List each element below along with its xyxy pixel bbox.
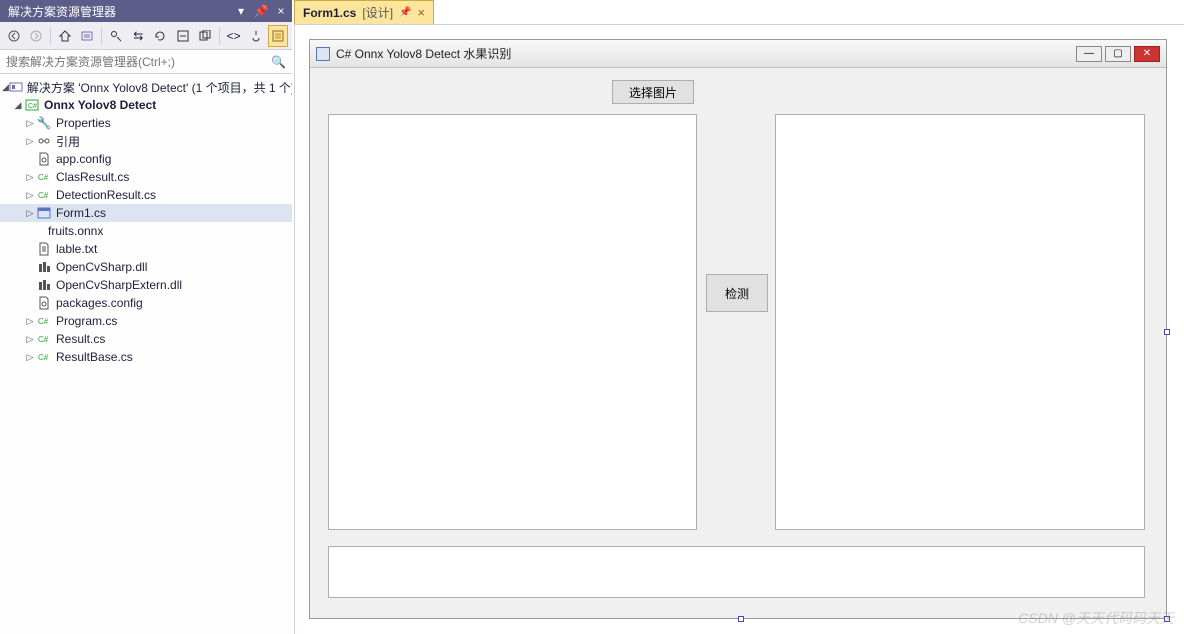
csproj-icon: C# [24,98,40,112]
tree-solution[interactable]: ◢ 解决方案 'Onnx Yolov8 Detect' (1 个项目，共 1 个… [0,78,292,96]
properties-icon[interactable] [246,25,266,47]
svg-text:C#: C# [38,173,49,182]
form-titlebar: C# Onnx Yolov8 Detect 水果识别 — ▢ ✕ [310,40,1166,68]
svg-text:C#: C# [38,191,49,200]
tree-item[interactable]: fruits.onnx [0,222,292,240]
switch-views-icon[interactable] [77,25,97,47]
tree-item[interactable]: ▷ C# DetectionResult.cs [0,186,292,204]
form-window[interactable]: C# Onnx Yolov8 Detect 水果识别 — ▢ ✕ 选择图片 检测 [309,39,1167,619]
chevron-right-icon[interactable]: ▷ [24,352,36,363]
chevron-right-icon[interactable]: ▷ [24,208,36,219]
tree-item[interactable]: lable.txt [0,240,292,258]
tree-item[interactable]: app.config [0,150,292,168]
search-input[interactable] [6,55,271,69]
sync-icon[interactable]: ⇆ [128,25,148,47]
panel-close-icon[interactable]: × [272,2,290,20]
search-icon[interactable]: 🔍 [271,55,286,69]
dll-icon [36,260,52,274]
tab-file-label: Form1.cs [303,6,356,20]
search-row: 🔍 [0,50,292,74]
back-icon[interactable] [4,25,24,47]
panel-pin-icon[interactable]: 📌 [252,2,270,20]
preview-selected-icon[interactable] [268,25,288,47]
tree-item[interactable]: ▷ C# ClasResult.cs [0,168,292,186]
config-file-icon [36,296,52,310]
refresh-icon[interactable] [150,25,170,47]
chevron-right-icon[interactable]: ▷ [24,190,36,201]
picturebox-left[interactable] [328,114,697,530]
chevron-right-icon[interactable]: ▷ [24,334,36,345]
designer-surface[interactable]: C# Onnx Yolov8 Detect 水果识别 — ▢ ✕ 选择图片 检测 [294,24,1184,634]
collapse-all-icon[interactable] [172,25,192,47]
solution-explorer: 解决方案资源管理器 ▾ 📌 × ⇆ <> 🔍 ◢ 解决方案 'Onnx Yolo… [0,0,292,634]
panel-dropdown-icon[interactable]: ▾ [232,2,250,20]
resize-handle[interactable] [1164,616,1170,622]
view-code-icon[interactable]: <> [224,25,244,47]
tab-strip: Form1.cs [设计] 📌 × [294,0,434,24]
tree-item[interactable]: ▷ C# Program.cs [0,312,292,330]
solution-toolbar: ⇆ <> [0,22,292,50]
svg-text:C#: C# [38,335,49,344]
svg-text:C#: C# [38,317,49,326]
csharp-file-icon: C# [36,351,52,363]
show-all-files-icon[interactable] [195,25,215,47]
pending-changes-icon[interactable] [106,25,126,47]
forward-icon[interactable] [26,25,46,47]
references-icon [36,134,52,148]
form-icon [36,206,52,220]
solution-icon [9,80,23,94]
home-icon[interactable] [55,25,75,47]
resize-handle[interactable] [738,616,744,622]
tree-item[interactable]: OpenCvSharp.dll [0,258,292,276]
tree-item[interactable]: packages.config [0,294,292,312]
tab-form1-design[interactable]: Form1.cs [设计] 📌 × [294,0,434,24]
tree-item[interactable]: ▷ 🔧 Properties [0,114,292,132]
csharp-file-icon: C# [36,315,52,327]
chevron-right-icon[interactable]: ▷ [24,136,36,147]
close-button[interactable]: ✕ [1134,46,1160,62]
picturebox-right[interactable] [775,114,1145,530]
csharp-file-icon: C# [36,189,52,201]
tree-item[interactable]: ▷ C# Result.cs [0,330,292,348]
chevron-down-icon[interactable]: ◢ [2,82,9,93]
text-file-icon [36,242,52,256]
form-title: C# Onnx Yolov8 Detect 水果识别 [336,45,1076,62]
panel-titlebar: 解决方案资源管理器 ▾ 📌 × [0,0,292,22]
dll-icon [36,278,52,292]
chevron-right-icon[interactable]: ▷ [24,172,36,183]
pin-icon[interactable]: 📌 [399,7,411,18]
tree-item[interactable]: OpenCvSharpExtern.dll [0,276,292,294]
maximize-button[interactable]: ▢ [1105,46,1131,62]
svg-text:C#: C# [28,103,37,110]
chevron-right-icon[interactable]: ▷ [24,316,36,327]
tree-project[interactable]: ◢ C# Onnx Yolov8 Detect [0,96,292,114]
tree-item[interactable]: ▷ C# ResultBase.cs [0,348,292,366]
wrench-icon: 🔧 [36,116,52,130]
csharp-file-icon: C# [36,171,52,183]
detect-button[interactable]: 检测 [706,274,768,312]
minimize-button[interactable]: — [1076,46,1102,62]
close-icon[interactable]: × [417,5,425,20]
resize-handle[interactable] [1164,329,1170,335]
form-icon [316,47,330,61]
svg-text:C#: C# [38,353,49,362]
form-client-area: 选择图片 检测 [310,68,1166,618]
toolbar-separator [219,27,220,45]
config-file-icon [36,152,52,166]
select-image-button[interactable]: 选择图片 [612,80,694,104]
tab-mode-label: [设计] [362,4,393,21]
tree-item[interactable]: ▷ 引用 [0,132,292,150]
panel-title: 解决方案资源管理器 [8,3,232,20]
chevron-down-icon[interactable]: ◢ [12,100,24,111]
chevron-right-icon[interactable]: ▷ [24,118,36,129]
toolbar-separator [50,27,51,45]
csharp-file-icon: C# [36,333,52,345]
toolbar-separator [101,27,102,45]
result-textbox[interactable] [328,546,1145,598]
solution-tree[interactable]: ◢ 解决方案 'Onnx Yolov8 Detect' (1 个项目，共 1 个… [0,74,292,634]
tree-item-form1[interactable]: ▷ Form1.cs [0,204,292,222]
